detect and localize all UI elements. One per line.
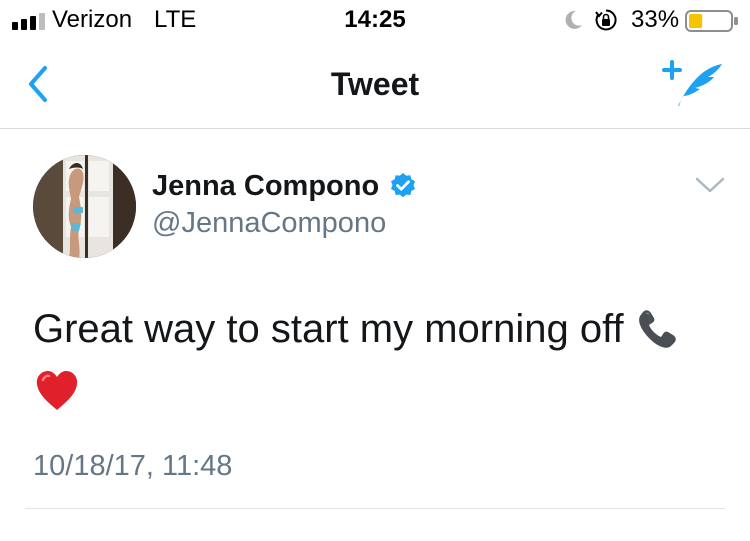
- compose-tweet-button[interactable]: [662, 58, 724, 110]
- tweet-detail-screen: Verizon LTE 14:25 33% Tweet Jenna Compon…: [0, 0, 750, 541]
- author-handle[interactable]: @JennaCompono: [152, 204, 386, 242]
- tweet-text: Great way to start my morning off: [33, 302, 723, 356]
- avatar[interactable]: [33, 155, 136, 258]
- battery-percent: 33%: [631, 6, 680, 33]
- navigation-bar: Tweet: [0, 40, 750, 129]
- author-display-name[interactable]: Jenna Compono: [152, 166, 379, 206]
- tweet-body: Great way to start my morning off: [33, 307, 624, 351]
- tweet-text-line: Great way to start my morning off: [33, 302, 723, 356]
- battery-icon: [685, 10, 738, 32]
- red-heart-icon: [36, 371, 78, 410]
- tweet-timestamp: 10/18/17, 11:48: [33, 450, 233, 482]
- avatar-photo: [33, 155, 136, 258]
- author-name-row: Jenna Compono: [152, 166, 417, 206]
- verified-badge-icon: [391, 173, 416, 198]
- divider: [25, 508, 725, 509]
- tweet-options-chevron-down-icon[interactable]: [692, 173, 728, 197]
- phone-receiver-icon: [638, 310, 676, 348]
- status-bar: Verizon LTE 14:25 33%: [0, 0, 750, 40]
- rotation-lock-icon: [595, 9, 617, 31]
- page-title: Tweet: [330, 66, 420, 102]
- do-not-disturb-moon-icon: [565, 10, 582, 29]
